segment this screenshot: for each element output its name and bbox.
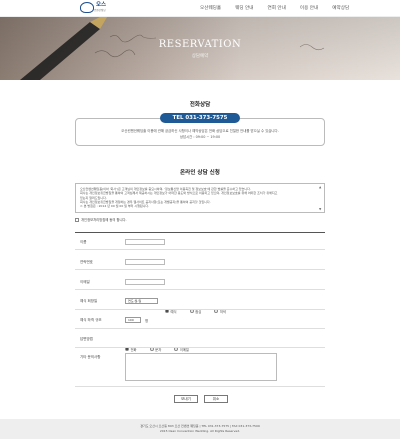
- row-divider: [75, 269, 325, 270]
- message-textarea[interactable]: [125, 353, 277, 381]
- email-input[interactable]: [125, 279, 165, 285]
- privacy-agree-label: 개인정보처리방침에 동의 합니다.: [81, 218, 127, 222]
- row-divider: [75, 289, 325, 290]
- hero-subtitle: 상담예약: [191, 54, 209, 59]
- date-select[interactable]: 연도-월-일: [125, 298, 158, 304]
- logo-subtext: 컨벤션웨딩: [94, 9, 106, 12]
- form-top-border: [75, 232, 325, 233]
- phone-input[interactable]: [125, 259, 165, 265]
- site-footer: 경기도 오산시 오산동 893 오산 컨벤션 웨딩홀 | TEL 031-373…: [0, 419, 400, 439]
- guests-unit: 명: [145, 319, 149, 323]
- guests-input[interactable]: 100: [125, 317, 141, 323]
- phone-section-title: 전화상담: [189, 102, 211, 108]
- reply-label: 답변방법: [80, 337, 93, 341]
- name-input[interactable]: [125, 239, 165, 245]
- nav-item-wedding-guide[interactable]: 웨딩 안내: [235, 5, 253, 11]
- main-nav: 오산웨딩홀 웨딩 안내 연회 안내 이용 안내 예약상담: [200, 5, 349, 11]
- phone-number-badge[interactable]: TEL 031-373-7575: [160, 113, 240, 123]
- phone-label: 연락번호: [80, 260, 93, 264]
- nav-item-usage-guide[interactable]: 이용 안내: [300, 5, 318, 11]
- row-divider: [75, 309, 325, 310]
- footer-address: 경기도 오산시 오산동 893 오산 컨벤션 웨딩홀 | TEL 031-373…: [140, 424, 260, 428]
- row-divider: [75, 386, 325, 387]
- nav-item-wedding-hall[interactable]: 오산웨딩홀: [200, 5, 221, 11]
- phone-hours: 상담시간 : 09:00 ~ 19:00: [179, 135, 221, 139]
- phone-description: 오산컨벤션웨딩홀 이용에 관해 궁금하신 사항이나 예약상담은 전화 상담으로 …: [121, 129, 279, 133]
- policy-line: ㅇ 본 방침은 : 2014 년 00 월 00 일 부터 시행됩니다.: [80, 204, 150, 209]
- hero-title: RESERVATION: [158, 39, 242, 50]
- nav-item-reservation[interactable]: 예약상담: [332, 5, 349, 11]
- privacy-agree-checkbox[interactable]: [75, 217, 79, 222]
- nav-item-banquet-guide[interactable]: 연회 안내: [268, 5, 286, 11]
- hero-banner: RESERVATION 상담예약: [0, 17, 400, 80]
- row-divider: [75, 249, 325, 250]
- row-divider: [75, 347, 325, 348]
- scroll-up-arrow-icon[interactable]: ▲: [319, 185, 323, 189]
- site-logo[interactable]: 오스 컨벤션웨딩: [80, 2, 106, 13]
- cancel-button[interactable]: 취소: [204, 395, 228, 403]
- guests-label: 예식 하객 규모: [80, 318, 102, 322]
- privacy-policy-textbox[interactable]: 오산컨벤션웨딩홀(이하 '회사')은 고객님의 개인정보를 중요시하며, '정보…: [75, 183, 325, 213]
- online-section-title: 온라인 상담 신청: [180, 170, 220, 176]
- submit-button[interactable]: 보내기: [174, 395, 198, 403]
- email-label: 이메일: [80, 280, 90, 284]
- scroll-down-arrow-icon[interactable]: ▼: [319, 207, 323, 211]
- message-label: 기타 문의사항: [80, 355, 101, 359]
- privacy-agree[interactable]: 개인정보처리방침에 동의 합니다.: [75, 217, 127, 222]
- footer-copyright: 2015 Osan Convention Wedding. All Rights…: [159, 429, 241, 433]
- logo-mark-icon: [80, 2, 94, 13]
- name-label: 이름: [80, 240, 87, 244]
- date-label: 예식 희망일: [80, 299, 98, 303]
- row-divider: [75, 328, 325, 329]
- time-radio-group: 예식 점심 저녁: [165, 298, 234, 317]
- logo-wordmark: 오스 컨벤션웨딩: [94, 2, 106, 12]
- site-header: 오스 컨벤션웨딩 오산웨딩홀 웨딩 안내 연회 안내 이용 안내 예약상담: [0, 0, 400, 17]
